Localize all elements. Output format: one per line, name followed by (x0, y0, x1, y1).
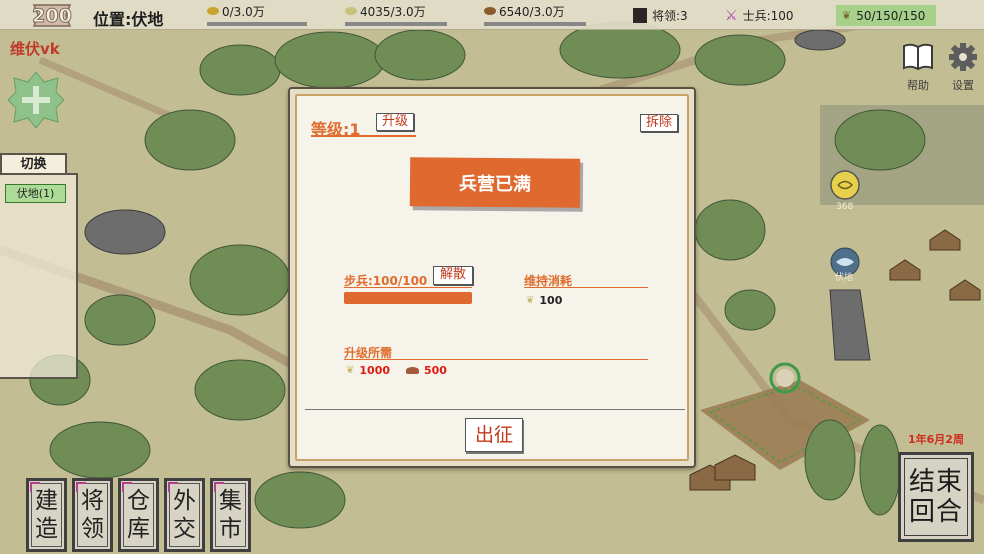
stone-resource: 6540/3.0万 (484, 4, 586, 28)
wood-icon (345, 7, 357, 15)
stone-requirement: 500 (406, 364, 447, 377)
territory-item[interactable]: 伏地(1) (5, 184, 66, 203)
stone-value: 6540/3.0万 (499, 4, 565, 19)
territory-list-panel: 伏地(1) (0, 173, 78, 379)
gold-value: 0/3.0万 (222, 4, 265, 19)
barracks-dialog-body: 等级:1 升级 拆除 兵营已满 步兵:100/100 解散 维持消耗 ❦ 100… (295, 94, 689, 461)
status-banner: 兵营已满 (409, 157, 581, 208)
upkeep-cost: ❦ 100 (526, 294, 562, 307)
infantry-progress-fill (344, 292, 472, 304)
upkeep-food-value: 100 (539, 294, 563, 307)
switch-tab[interactable]: 切换 (0, 153, 67, 175)
march-button[interactable]: 出征 (465, 418, 523, 452)
top-bar: 200 位置:伏地 0/3.0万 4035/3.0万 6540/3.0万 将领:… (0, 0, 984, 30)
dialog-divider (305, 409, 685, 410)
level-underline (311, 135, 416, 137)
req-stone-value: 500 (424, 364, 447, 377)
generals-button[interactable]: 将 领 (72, 478, 113, 552)
player-name: 维伏vk (10, 40, 60, 58)
wood-bar (345, 22, 447, 26)
build-char-1: 建 (35, 488, 58, 514)
help-label: 帮助 (907, 79, 929, 92)
build-char-2: 造 (35, 516, 58, 542)
unit-name-label: 伏地 (835, 273, 854, 283)
gold-bar (207, 22, 307, 26)
end-turn-line-2: 回合 (908, 497, 963, 527)
infantry-underline (344, 287, 472, 288)
wood-requirement: ❦ 1000 (346, 364, 390, 377)
settings-label: 设置 (952, 79, 974, 92)
general-portrait-icon (633, 8, 647, 23)
warehouse-button[interactable]: 仓 库 (118, 478, 159, 552)
barracks-dialog: 等级:1 升级 拆除 兵营已满 步兵:100/100 解散 维持消耗 ❦ 100… (288, 87, 696, 468)
end-turn-button[interactable]: 结束 回合 (898, 452, 974, 542)
generals-char-1: 将 (81, 488, 104, 514)
generals-char-2: 领 (81, 516, 104, 542)
warehouse-char-2: 库 (127, 516, 150, 542)
food-value: 50/150/150 (856, 8, 926, 23)
game-date: 1年6月2周 (908, 433, 964, 446)
settings-button[interactable]: 设置 (943, 42, 983, 93)
upkeep-underline (524, 287, 648, 288)
sword-icon: ⚔ (725, 7, 738, 24)
market-char-2: 市 (219, 516, 242, 542)
help-button[interactable]: 帮助 (898, 42, 938, 93)
unit-marker-368[interactable] (830, 170, 860, 200)
gold-resource: 0/3.0万 (207, 4, 307, 28)
wood-value: 4035/3.0万 (360, 4, 426, 19)
stone-icon (484, 7, 496, 15)
end-turn-line-1: 结束 (908, 467, 963, 497)
soldiers-value: 士兵:100 (742, 9, 794, 23)
demolish-button[interactable]: 拆除 (640, 114, 678, 132)
location-label: 位置:伏地 (93, 10, 164, 29)
diplomacy-char-2: 交 (173, 516, 196, 542)
build-button[interactable]: 建 造 (26, 478, 67, 552)
infantry-progress-bar (344, 292, 472, 304)
upgrade-button[interactable]: 升级 (376, 113, 414, 131)
food-count: ❦ 50/150/150 (836, 5, 936, 26)
grain-icon: ❦ (526, 295, 535, 306)
diplomacy-char-1: 外 (173, 488, 196, 514)
book-icon (903, 43, 933, 71)
generals-count: 将领:3 (633, 5, 688, 26)
requirement-underline (344, 359, 648, 360)
wood-icon: ❦ (346, 365, 355, 376)
gold-icon (207, 7, 219, 15)
grain-icon: ❦ (842, 9, 852, 22)
unit-count-label: 368 (836, 202, 854, 212)
add-territory-button[interactable] (6, 70, 66, 130)
soldiers-count: ⚔ 士兵:100 (725, 5, 794, 26)
wood-resource: 4035/3.0万 (345, 4, 447, 28)
warehouse-char-1: 仓 (127, 488, 150, 514)
generals-value: 将领:3 (652, 9, 688, 23)
player-level: 200 (32, 4, 73, 27)
market-button[interactable]: 集 市 (210, 478, 251, 552)
stone-bar (484, 22, 586, 26)
disband-button[interactable]: 解散 (433, 266, 473, 285)
req-wood-value: 1000 (359, 364, 391, 377)
market-char-1: 集 (219, 488, 242, 514)
stone-icon (406, 367, 419, 374)
diplomacy-button[interactable]: 外 交 (164, 478, 205, 552)
gear-icon (949, 43, 977, 71)
